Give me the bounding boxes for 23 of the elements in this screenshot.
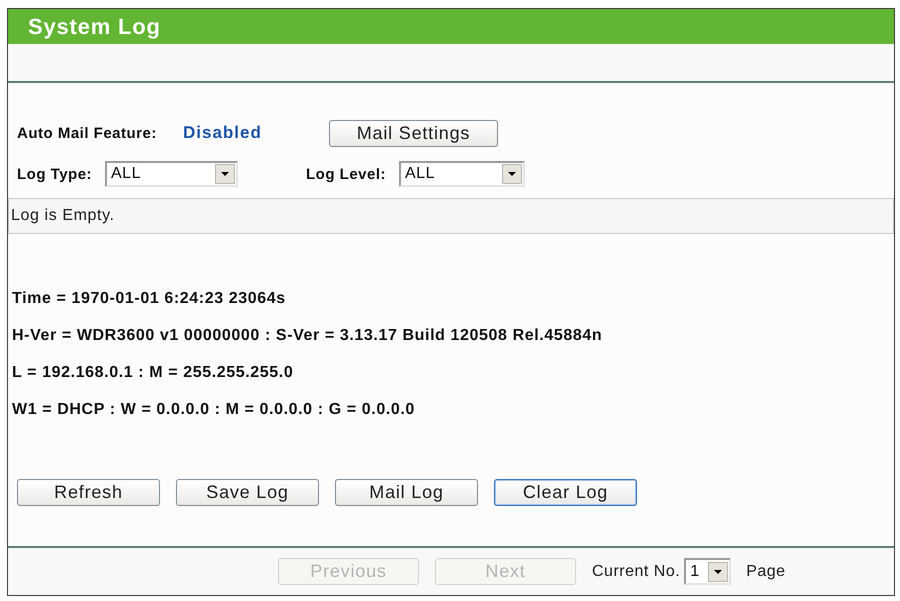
- auto-mail-status: Disabled: [183, 123, 263, 143]
- system-info-text: Time = 1970-01-01 6:24:23 23064s: [12, 290, 286, 308]
- action-button[interactable]: Mail Log: [335, 479, 478, 506]
- caret-icon: [215, 164, 235, 184]
- system-info-text: H-Ver = WDR3600 v1 00000000 : S-Ver = 3.13.17 Build 120508 Rel.45884n: [12, 326, 602, 344]
- caret-icon: [708, 562, 728, 582]
- action-button[interactable]: Clear Log: [494, 479, 637, 506]
- system-info-text: L = 192.168.0.1 : M = 255.255.255.0: [12, 364, 294, 382]
- page-number-dropdown[interactable]: 1: [684, 558, 732, 585]
- log-message: Log is Empty.: [11, 207, 115, 225]
- filter-label: Log Type:: [17, 166, 94, 182]
- current-number-label: Current No.: [592, 562, 680, 580]
- filter-dropdown[interactable]: ALL: [399, 161, 525, 187]
- page-title: System Log: [28, 14, 161, 40]
- mail-settings-button[interactable]: Mail Settings: [329, 120, 498, 146]
- caret-icon: [502, 164, 522, 184]
- auto-mail-label: Auto Mail Feature:: [17, 124, 158, 142]
- filter-label: Log Level:: [306, 166, 388, 182]
- action-button[interactable]: Refresh: [17, 479, 160, 506]
- action-button[interactable]: Save Log: [176, 479, 319, 506]
- page-label: Page: [746, 562, 786, 580]
- filter-dropdown[interactable]: ALL: [105, 161, 238, 187]
- system-info-text: W1 = DHCP : W = 0.0.0.0 : M = 0.0.0.0 : G = 0.0.0.0: [12, 400, 415, 418]
